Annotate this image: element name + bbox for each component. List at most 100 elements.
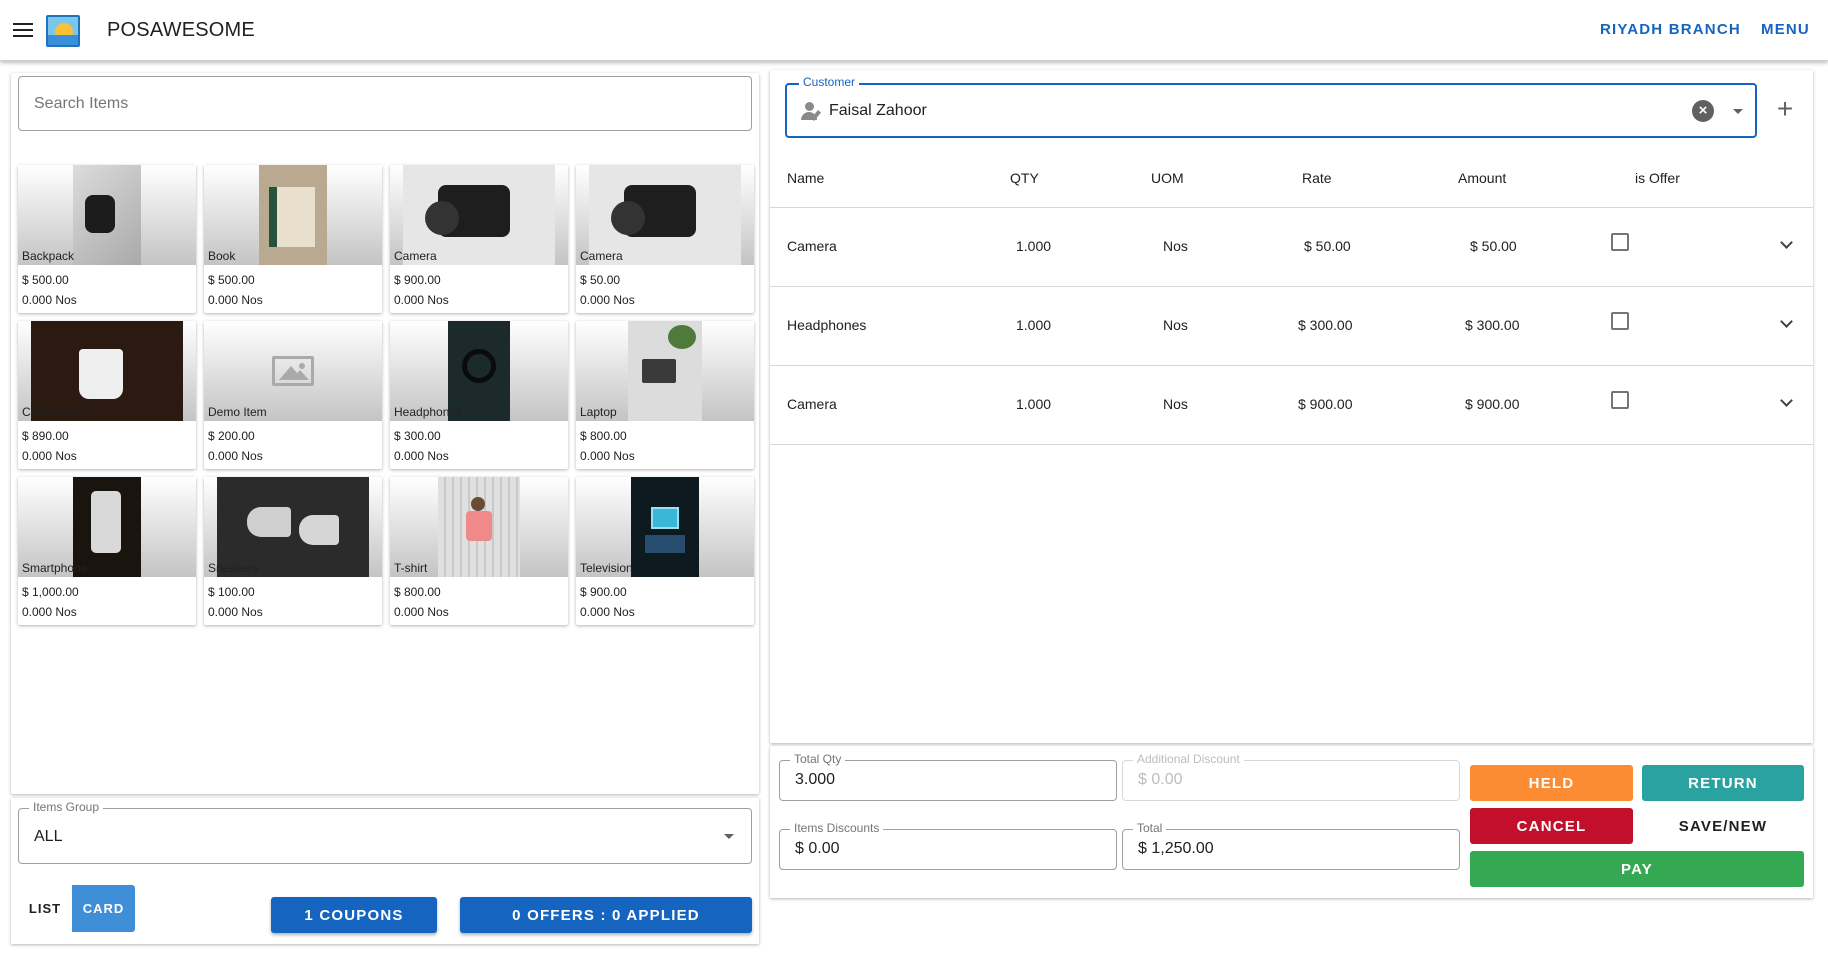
chevron-down-icon[interactable] [1780, 394, 1793, 407]
table-row[interactable]: Camera 1.000 Nos $ 50.00 $ 50.00 [770, 208, 1813, 287]
caret-down-icon[interactable] [724, 834, 734, 839]
row-rate: $ 50.00 [1304, 238, 1351, 254]
item-card[interactable]: Headphones $ 300.00 0.000 Nos [390, 321, 568, 469]
customer-select[interactable]: Customer Faisal Zahoor × [785, 75, 1757, 138]
items-group-label: Items Group [29, 800, 104, 814]
item-price: $ 500.00 [22, 273, 69, 287]
item-price: $ 300.00 [394, 429, 441, 443]
offers-button[interactable]: 0 OFFERS : 0 APPLIED [460, 897, 752, 933]
additional-discount-label: Additional Discount [1133, 752, 1244, 766]
item-price: $ 100.00 [208, 585, 255, 599]
row-uom: Nos [1163, 396, 1188, 412]
cancel-button[interactable]: CANCEL [1470, 808, 1633, 844]
list-view-toggle[interactable]: LIST [18, 885, 72, 932]
items-discounts-field[interactable]: Items Discounts $ 0.00 [779, 821, 1117, 870]
item-name: T-shirt [394, 561, 428, 575]
item-stock: 0.000 Nos [208, 293, 263, 307]
hamburger-icon[interactable] [12, 20, 34, 40]
item-stock: 0.000 Nos [394, 293, 449, 307]
table-row[interactable]: Camera 1.000 Nos $ 900.00 $ 900.00 [770, 366, 1813, 445]
table-row[interactable]: Headphones 1.000 Nos $ 300.00 $ 300.00 [770, 287, 1813, 366]
row-name: Camera [787, 396, 837, 412]
is-offer-checkbox[interactable] [1611, 312, 1629, 330]
item-price: $ 200.00 [208, 429, 255, 443]
item-card[interactable]: Coffee Mug $ 890.00 0.000 Nos [18, 321, 196, 469]
item-price: $ 800.00 [580, 429, 627, 443]
item-stock: 0.000 Nos [22, 449, 77, 463]
item-card[interactable]: Smartphone $ 1,000.00 0.000 Nos [18, 477, 196, 625]
col-is-offer[interactable]: is Offer [1635, 170, 1680, 186]
item-name: Sneakers [208, 561, 259, 575]
pay-button[interactable]: PAY [1470, 851, 1804, 887]
coupons-button[interactable]: 1 COUPONS [271, 897, 437, 933]
is-offer-checkbox[interactable] [1611, 233, 1629, 251]
items-group-value: ALL [34, 828, 63, 845]
held-button[interactable]: HELD [1470, 765, 1633, 801]
col-amount[interactable]: Amount [1458, 170, 1506, 186]
item-card[interactable]: T-shirt $ 800.00 0.000 Nos [390, 477, 568, 625]
is-offer-checkbox[interactable] [1611, 391, 1629, 409]
item-stock: 0.000 Nos [394, 449, 449, 463]
item-price: $ 50.00 [580, 273, 621, 287]
item-card[interactable]: Demo Item $ 200.00 0.000 Nos [204, 321, 382, 469]
close-circle-icon[interactable]: × [1692, 100, 1714, 122]
item-price: $ 900.00 [394, 273, 441, 287]
item-price: $ 500.00 [208, 273, 255, 287]
item-stock: 0.000 Nos [580, 605, 635, 619]
row-uom: Nos [1163, 317, 1188, 333]
row-qty: 1.000 [1016, 396, 1052, 412]
item-name: Headphones [394, 405, 463, 419]
items-group-select[interactable]: Items Group ALL [18, 800, 752, 864]
item-card[interactable]: Backpack $ 500.00 0.000 Nos [18, 165, 196, 313]
additional-discount-value: $ 0.00 [1138, 771, 1183, 788]
items-table-header: Name QTY UOM Rate Amount is Offer [770, 158, 1813, 208]
row-amount: $ 900.00 [1465, 396, 1520, 412]
plus-icon[interactable]: + [1773, 94, 1797, 124]
row-amount: $ 300.00 [1465, 317, 1520, 333]
items-discounts-value: $ 0.00 [795, 840, 840, 857]
app-bar: POSAWESOME RIYADH BRANCH MENU [0, 0, 1828, 61]
item-card[interactable]: Camera $ 50.00 0.000 Nos [576, 165, 754, 313]
customer-label: Customer [799, 75, 860, 89]
row-name: Camera [787, 238, 837, 254]
item-name: Camera [580, 249, 623, 263]
image-placeholder-icon [272, 356, 314, 386]
col-uom[interactable]: UOM [1151, 170, 1184, 186]
chevron-down-icon[interactable] [1780, 236, 1793, 249]
item-name: Laptop [580, 405, 617, 419]
item-name: Backpack [22, 249, 75, 263]
caret-down-icon[interactable] [1733, 109, 1743, 114]
item-stock: 0.000 Nos [208, 605, 263, 619]
search-items-field[interactable] [18, 76, 752, 131]
item-name: Book [208, 249, 236, 263]
total-field[interactable]: Total $ 1,250.00 [1122, 821, 1460, 870]
item-stock: 0.000 Nos [394, 605, 449, 619]
item-card[interactable]: Book $ 500.00 0.000 Nos [204, 165, 382, 313]
total-label: Total [1133, 821, 1167, 835]
total-qty-value: 3.000 [795, 771, 836, 788]
search-input[interactable] [19, 77, 751, 130]
item-card[interactable]: Television $ 900.00 0.000 Nos [576, 477, 754, 625]
row-amount: $ 50.00 [1470, 238, 1517, 254]
item-price: $ 900.00 [580, 585, 627, 599]
total-qty-field[interactable]: Total Qty 3.000 [779, 752, 1117, 801]
item-card[interactable]: Camera $ 900.00 0.000 Nos [390, 165, 568, 313]
row-name: Headphones [787, 317, 867, 333]
item-name: Television [580, 561, 633, 575]
branch-button[interactable]: RIYADH BRANCH [1600, 21, 1741, 38]
app-logo [46, 15, 80, 47]
total-value: $ 1,250.00 [1138, 840, 1214, 857]
card-view-toggle[interactable]: CARD [72, 885, 135, 932]
chevron-down-icon[interactable] [1780, 315, 1793, 328]
item-stock: 0.000 Nos [22, 605, 77, 619]
save-new-button[interactable]: SAVE/NEW [1642, 808, 1804, 844]
col-qty[interactable]: QTY [1010, 170, 1039, 186]
row-rate: $ 900.00 [1298, 396, 1353, 412]
item-card[interactable]: Sneakers $ 100.00 0.000 Nos [204, 477, 382, 625]
col-rate[interactable]: Rate [1302, 170, 1332, 186]
col-name[interactable]: Name [787, 170, 824, 186]
menu-button[interactable]: MENU [1761, 21, 1810, 38]
item-price: $ 800.00 [394, 585, 441, 599]
item-card[interactable]: Laptop $ 800.00 0.000 Nos [576, 321, 754, 469]
return-button[interactable]: RETURN [1642, 765, 1804, 801]
